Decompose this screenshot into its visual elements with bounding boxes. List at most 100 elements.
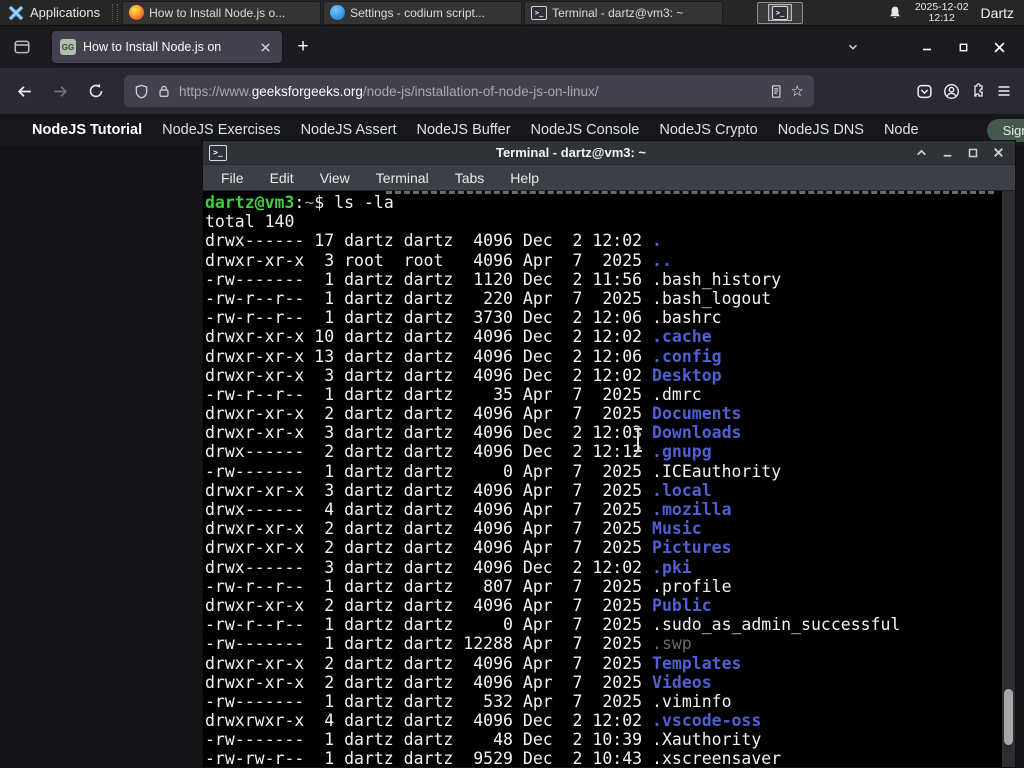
- chevron-down-icon: [848, 44, 858, 50]
- terminal-line: drwxr-xr-x 2 dartz dartz 4096 Apr 7 2025…: [205, 519, 702, 539]
- terminal-titlebar[interactable]: >_ Terminal - dartz@vm3: ~: [203, 141, 1015, 165]
- maximize-button[interactable]: [952, 36, 974, 58]
- file-name: .pki: [652, 557, 692, 577]
- close-icon: [994, 42, 1004, 52]
- back-button[interactable]: [8, 75, 40, 107]
- file-name: .sudo_as_admin_successful: [652, 615, 901, 635]
- file-name: .dmrc: [652, 384, 702, 404]
- terminal-line: -rw------- 1 dartz dartz 12288 Apr 7 202…: [205, 634, 692, 654]
- terminal-scrollbar[interactable]: [1002, 191, 1015, 767]
- file-name: .bashrc: [652, 308, 722, 328]
- workspace-switcher[interactable]: >_: [757, 1, 804, 24]
- file-name: Videos: [652, 672, 712, 692]
- site-nav-item[interactable]: Node: [884, 122, 919, 138]
- close-window-button[interactable]: [988, 36, 1010, 58]
- tab-title: How to Install Node.js on: [83, 40, 222, 54]
- file-name: Templates: [652, 653, 742, 673]
- file-name: .swp: [652, 634, 692, 654]
- back-arrow-icon: [17, 85, 31, 97]
- site-nav-item[interactable]: NodeJS Console: [531, 122, 640, 138]
- sign-in-button[interactable]: Sign In: [986, 118, 1024, 142]
- prompt-colon: :: [294, 193, 305, 212]
- notification-bell-icon[interactable]: [887, 5, 903, 21]
- terminal-line: drwxr-xr-x 13 dartz dartz 4096 Dec 2 12:…: [205, 346, 722, 366]
- terminal-menu-view[interactable]: View: [320, 170, 350, 186]
- new-tab-button[interactable]: +: [288, 32, 318, 62]
- terminal-line: drwxr-xr-x 2 dartz dartz 4096 Apr 7 2025…: [205, 595, 712, 615]
- file-name: .Xauthority: [652, 730, 762, 750]
- close-icon[interactable]: [992, 146, 1005, 159]
- file-name: .gnupg: [652, 442, 712, 462]
- terminal-menu-edit[interactable]: Edit: [270, 170, 294, 186]
- terminal-line: drwxr-xr-x 3 dartz dartz 4096 Dec 2 12:0…: [205, 365, 722, 385]
- site-nav-item[interactable]: NodeJS DNS: [778, 122, 864, 138]
- applications-menu-button[interactable]: Applications: [0, 0, 108, 26]
- url-path: /node-js/installation-of-node-js-on-linu…: [362, 83, 599, 99]
- terminal-line: -rw------- 1 dartz dartz 0 Apr 7 2025 .I…: [205, 461, 782, 481]
- terminal-line: drwxr-xr-x 3 dartz dartz 4096 Dec 2 12:0…: [205, 423, 742, 443]
- terminal-line: -rw-r--r-- 1 dartz dartz 220 Apr 7 2025 …: [205, 288, 772, 308]
- site-nav-item-active[interactable]: NodeJS Tutorial: [32, 122, 142, 138]
- extensions-puzzle-icon[interactable]: [970, 83, 986, 99]
- terminal-line: drwxr-xr-x 2 dartz dartz 4096 Apr 7 2025…: [205, 653, 742, 673]
- taskbar-button[interactable]: Settings - codium script...: [323, 0, 523, 25]
- terminal-line: -rw-r--r-- 1 dartz dartz 0 Apr 7 2025 .s…: [205, 615, 901, 635]
- file-name: .cache: [652, 327, 712, 347]
- terminal-line: drwx------ 17 dartz dartz 4096 Dec 2 12:…: [205, 231, 662, 251]
- file-name: .vscode-oss: [652, 711, 762, 731]
- browser-tab[interactable]: GG How to Install Node.js on: [52, 31, 282, 63]
- terminal-menu-tabs[interactable]: Tabs: [455, 170, 485, 186]
- tab-close-button[interactable]: [256, 38, 274, 56]
- reader-mode-icon[interactable]: [769, 84, 783, 99]
- site-nav-item[interactable]: NodeJS Crypto: [659, 122, 757, 138]
- shade-up-icon[interactable]: [915, 146, 928, 159]
- terminal-menu-file[interactable]: File: [221, 170, 244, 186]
- terminal-line: drwxr-xr-x 2 dartz dartz 4096 Apr 7 2025…: [205, 538, 732, 558]
- lock-icon: [159, 85, 169, 97]
- clock[interactable]: 2025-12-02 12:12: [915, 1, 969, 24]
- firefox-view-button[interactable]: [6, 33, 38, 61]
- bookmark-star-icon[interactable]: ☆: [791, 82, 804, 100]
- forward-button[interactable]: [44, 75, 76, 107]
- reload-icon: [89, 83, 103, 98]
- account-icon[interactable]: [943, 83, 960, 100]
- taskbar-button[interactable]: >_ Terminal - dartz@vm3: ~: [524, 0, 724, 25]
- terminal-line: drwxr-xr-x 2 dartz dartz 4096 Apr 7 2025…: [205, 404, 742, 424]
- minimize-icon[interactable]: [941, 146, 954, 159]
- pocket-save-icon[interactable]: [916, 83, 933, 100]
- terminal-line: drwx------ 4 dartz dartz 4096 Apr 7 2025…: [205, 500, 732, 519]
- list-all-tabs-button[interactable]: [838, 32, 868, 62]
- url-bar[interactable]: https://www.geeksforgeeks.org/node-js/in…: [124, 75, 814, 107]
- file-name: Desktop: [652, 365, 722, 385]
- site-nav-item[interactable]: NodeJS Exercises: [162, 122, 280, 138]
- terminal-line: drwxr-xr-x 10 dartz dartz 4096 Dec 2 12:…: [205, 327, 712, 347]
- minimize-button[interactable]: [916, 36, 938, 58]
- taskbar-button-label: How to Install Node.js o...: [149, 5, 286, 20]
- taskbar-button-label: Settings - codium script...: [350, 5, 485, 20]
- site-favicon-icon: GG: [60, 39, 76, 55]
- site-nav-item[interactable]: NodeJS Buffer: [417, 122, 511, 138]
- terminal-line: drwx------ 3 dartz dartz 4096 Dec 2 12:0…: [205, 557, 692, 577]
- file-name: Public: [652, 595, 712, 615]
- taskbar-button-label: Terminal - dartz@vm3: ~: [552, 5, 684, 20]
- reload-button[interactable]: [80, 75, 112, 107]
- terminal-menu-terminal[interactable]: Terminal: [376, 170, 429, 186]
- site-nav-item[interactable]: NodeJS Assert: [301, 122, 397, 138]
- terminal-line: -rw-r--r-- 1 dartz dartz 35 Apr 7 2025 .…: [205, 384, 702, 404]
- applications-logo-icon: [8, 5, 24, 20]
- applications-label: Applications: [30, 5, 101, 20]
- scrollbar-thumb[interactable]: [1004, 689, 1013, 745]
- maximize-icon[interactable]: [967, 147, 979, 159]
- file-name: Documents: [652, 404, 742, 424]
- terminal-line: drwxr-xr-x 2 dartz dartz 4096 Apr 7 2025…: [205, 672, 712, 692]
- terminal-output[interactable]: dartz@vm3:~$ ls -la total 140 drwx------…: [203, 191, 1015, 767]
- terminal-menu-help[interactable]: Help: [510, 170, 539, 186]
- terminal-window-title: Terminal - dartz@vm3: ~: [495, 145, 647, 160]
- menu-hamburger-icon[interactable]: [996, 83, 1012, 99]
- file-name: .bash_logout: [652, 288, 772, 308]
- terminal-line: -rw------- 1 dartz dartz 532 Apr 7 2025 …: [205, 691, 732, 711]
- terminal-line: -rw-r--r-- 1 dartz dartz 3730 Dec 2 12:0…: [205, 308, 722, 328]
- text-cursor: [634, 428, 642, 452]
- close-icon: [260, 42, 270, 52]
- taskbar-button[interactable]: How to Install Node.js o...: [122, 0, 322, 25]
